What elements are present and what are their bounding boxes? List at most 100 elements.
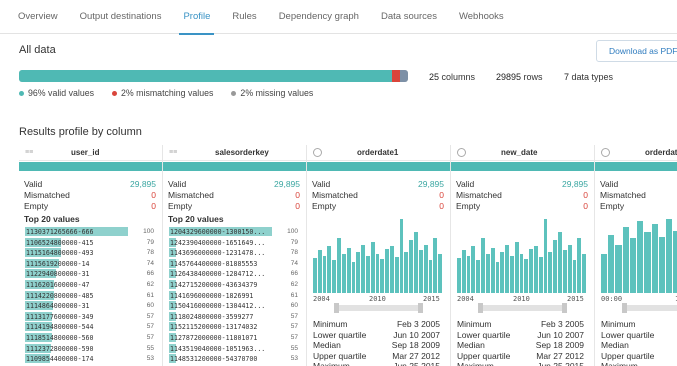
- top-value-text: 1141696000000-1826991: [170, 291, 254, 300]
- column-profile-orderdat: orderdatValidMismatchedEmpty00:0012:00Mi…: [595, 145, 677, 366]
- top-value-item[interactable]: 1113177600000-349 57: [25, 311, 154, 321]
- histogram-bar: [514, 241, 519, 293]
- top-value-item[interactable]: 1118514800000-560 57: [25, 333, 154, 342]
- top-value-item[interactable]: 1143696000000-1231478... 78: [169, 248, 298, 258]
- top-value-item[interactable]: 1109854400000-174 53: [25, 354, 154, 364]
- stat-row-valid: Valid: [600, 179, 677, 189]
- quartile-label: Maximum: [601, 361, 638, 366]
- top-value-text: 1115164800000-493: [26, 249, 94, 258]
- column-header[interactable]: orderdat: [595, 145, 677, 161]
- top-values-title: Top 20 values: [168, 214, 224, 224]
- top-value-item[interactable]: 1118024800000-3599277 57: [169, 311, 298, 321]
- top-value-item[interactable]: 1106524800000-415 79: [25, 237, 154, 247]
- column-profile-user_id: ≡≡ user_id Valid 29,895 Mismatched 0 Empty 0 Top…: [19, 145, 163, 366]
- quartile-row: Median: [601, 340, 677, 350]
- quartile-value: Jun 10 2007: [393, 329, 440, 340]
- top-value-text: 1109854400000-174: [26, 355, 94, 364]
- histogram-bar: [524, 258, 529, 293]
- legend-label: 2% missing values: [240, 88, 314, 98]
- column-header[interactable]: new_date: [451, 145, 594, 161]
- histogram-bar: [548, 252, 553, 293]
- top-value-item[interactable]: 1142715200000-43634379 62: [169, 280, 298, 289]
- column-header[interactable]: ≡≡ salesorderkey: [163, 145, 306, 161]
- histogram-bar: [471, 246, 476, 293]
- top-value-count: 57: [290, 334, 298, 341]
- top-value-item[interactable]: 1152115200000-13174032 57: [169, 322, 298, 332]
- top-value-item[interactable]: 1127872000000-11801071 57: [169, 333, 298, 342]
- top-value-item[interactable]: 1204329600000-1300150... 100: [169, 227, 298, 236]
- histogram-bar: [394, 257, 399, 293]
- range-slider[interactable]: [334, 303, 423, 313]
- top-value-item[interactable]: 1115164800000-493 78: [25, 248, 154, 258]
- histogram-bar: [509, 255, 514, 293]
- top-value-item[interactable]: 1143519040000-1051963... 55: [169, 343, 298, 353]
- tab-rules[interactable]: Rules: [232, 0, 256, 34]
- histogram-bar: [418, 250, 423, 293]
- tab-data-sources[interactable]: Data sources: [381, 0, 437, 34]
- missing-segment: [400, 70, 408, 82]
- stat-row-empty: Empty 0: [312, 201, 444, 211]
- quartile-label: Median: [313, 340, 341, 350]
- range-slider[interactable]: [478, 303, 567, 313]
- tab-profile[interactable]: Profile: [179, 0, 215, 35]
- axis-tick-label: 2010: [513, 295, 530, 303]
- column-header[interactable]: ≡≡ user_id: [19, 145, 162, 161]
- legend-dot-icon: [19, 90, 24, 96]
- histogram-bar: [385, 249, 390, 293]
- top-value-item[interactable]: 1116201600000-47 62: [25, 280, 154, 289]
- top-value-item[interactable]: 1150416000000-1304412... 60: [169, 301, 298, 311]
- top-value-count: 74: [146, 259, 154, 267]
- column-profile-new_date: new_date Valid 29,895 Mismatched 0 Empty 0 2004…: [451, 145, 595, 366]
- data-quality-bar: [19, 70, 408, 82]
- top-value-item[interactable]: 1145764400000-81885553 74: [169, 258, 298, 268]
- column-header[interactable]: orderdate1: [307, 145, 450, 161]
- tab-dependency-graph[interactable]: Dependency graph: [279, 0, 359, 34]
- quartile-label: Lower quartile: [313, 329, 367, 340]
- histogram-bar: [572, 260, 577, 293]
- top-value-item[interactable]: 1115619200000-14 74: [25, 258, 154, 268]
- stat-row-mismatched: Mismatched 0: [312, 190, 444, 200]
- top-value-count: 53: [146, 355, 154, 363]
- range-slider[interactable]: [622, 303, 677, 313]
- quartile-row: Upper quartile Mar 27 2012: [313, 351, 440, 361]
- top-value-item[interactable]: 1148531200000-54370700 53: [169, 354, 298, 364]
- top-value-item[interactable]: 1141696000000-1826991 61: [169, 290, 298, 300]
- tab-webhooks[interactable]: Webhooks: [459, 0, 504, 34]
- histogram-bar: [380, 258, 385, 293]
- top-value-item[interactable]: 1112372800000-590 55: [25, 343, 154, 353]
- download-pdf-button[interactable]: Download as PDF: [596, 40, 677, 62]
- top-value-item[interactable]: 1114220800000-485 61: [25, 290, 154, 300]
- histogram-bar: [341, 254, 346, 293]
- top-value-item[interactable]: 1130371265666-666 100: [25, 227, 154, 236]
- top-value-item[interactable]: 1114194800000-544 57: [25, 322, 154, 332]
- tab-output-destinations[interactable]: Output destinations: [80, 0, 162, 34]
- top-value-item[interactable]: 1242390400000-1651649... 79: [169, 237, 298, 247]
- histogram-bar: [608, 234, 615, 293]
- top-value-item[interactable]: 1126438400000-1284712... 66: [169, 269, 298, 279]
- quartile-value: Mar 27 2012: [536, 350, 584, 361]
- stat-label: Valid: [456, 179, 475, 189]
- quartile-label: Lower quartile: [457, 329, 511, 340]
- column-quality-band: [307, 162, 450, 171]
- top-value-text: 1130371265666-666: [26, 228, 94, 236]
- histogram-bar: [538, 257, 543, 293]
- tab-overview[interactable]: Overview: [18, 0, 58, 34]
- top-value-text: 1114864000000-31: [26, 302, 90, 311]
- quartile-value: Jun 10 2007: [537, 329, 584, 340]
- histogram-bar: [534, 246, 538, 293]
- histogram-bar: [466, 255, 471, 293]
- stat-value: 0: [295, 201, 300, 211]
- stat-row-empty: Empty 0: [456, 201, 588, 211]
- top-value-text: 1118024800000-3599277: [170, 312, 254, 321]
- histogram-bar: [490, 247, 495, 293]
- stat-row-valid: Valid 29,895: [456, 179, 588, 189]
- histogram-bar: [423, 244, 428, 293]
- stat-row-valid: Valid 29,895: [312, 179, 444, 189]
- stat-label: Empty: [168, 201, 193, 211]
- histogram-bar: [327, 246, 332, 293]
- stat-value: 0: [439, 190, 444, 200]
- top-value-count: 79: [290, 238, 298, 246]
- top-value-item[interactable]: 1114864000000-31 60: [25, 301, 154, 311]
- top-values-title: Top 20 values: [24, 214, 80, 224]
- top-value-item[interactable]: 1122940800000-31 66: [25, 269, 154, 279]
